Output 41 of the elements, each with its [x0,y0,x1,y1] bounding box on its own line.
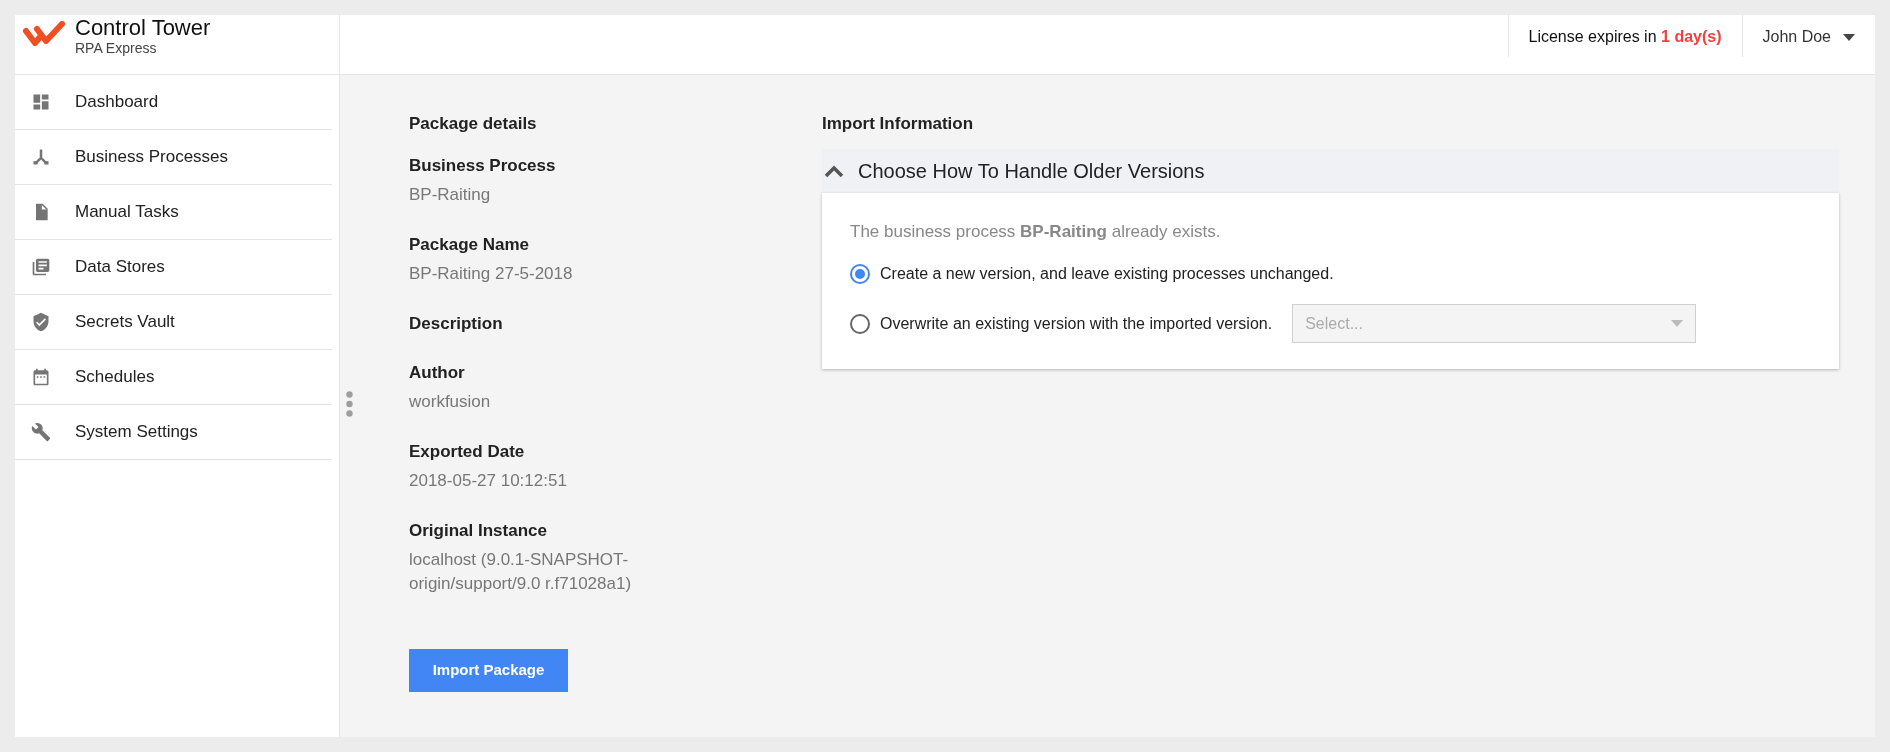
field-value: BP-Raiting [409,183,492,206]
license-notice: License expires in 1 day(s) [1507,15,1742,57]
app-subtitle: RPA Express [75,41,158,55]
field-label: Author [409,361,466,384]
field-label: Original Instance [409,519,548,542]
section-heading: Package details [409,113,538,135]
sidebar-item[interactable]: Data Stores [15,240,332,295]
section-heading: Import Information [822,113,975,135]
field-label: Exported Date [409,440,526,463]
sidebar-item[interactable]: Schedules [15,350,332,405]
sidebar-item[interactable]: Manual Tasks [15,185,332,240]
user-menu[interactable]: John Doe [1741,15,1875,57]
calendar-icon [31,367,51,387]
radio-label[interactable]: Create a new version, and leave existing processes unchanged. [880,262,1334,286]
import-package-button[interactable]: Import Package [409,648,568,692]
radio-button[interactable] [850,313,870,334]
sidebar-item[interactable]: Dashboard [15,75,332,130]
dashboard-icon [31,92,51,112]
caret-icon [1843,33,1855,41]
field-label: Business Process [409,154,557,177]
field-label: Description [409,312,504,335]
accordion-header[interactable]: Choose How To Handle Older Versions [822,148,1839,193]
field-value: 2018-05-27 10:12:51 [409,469,568,492]
field-value: BP-Raiting 27-5-2018 [409,262,574,285]
sidebar-item[interactable]: System Settings [15,405,332,460]
stack-icon [31,257,51,277]
sidebar-item[interactable]: Secrets Vault [15,295,332,350]
shield-icon [31,312,51,332]
radio-label[interactable]: Overwrite an existing version with the imported version. [880,311,1273,336]
field-value: localhost (9.0.1-SNAPSHOT-origin/support/9.0 r.f71028a1) [409,548,633,595]
radio-button[interactable] [850,264,870,284]
more-icon[interactable] [346,391,353,417]
chevron-icon [824,164,844,177]
field-value: workfusion [409,390,492,413]
caret-icon [1671,320,1684,327]
app-title: Control Tower [75,17,211,39]
sidebar-item[interactable]: Business Processes [15,130,332,185]
wrench-icon [31,422,51,442]
field-label: Package Name [409,233,531,256]
branch-icon [31,147,51,167]
info-message: The business process BP-Raiting already exists. [850,220,1222,243]
